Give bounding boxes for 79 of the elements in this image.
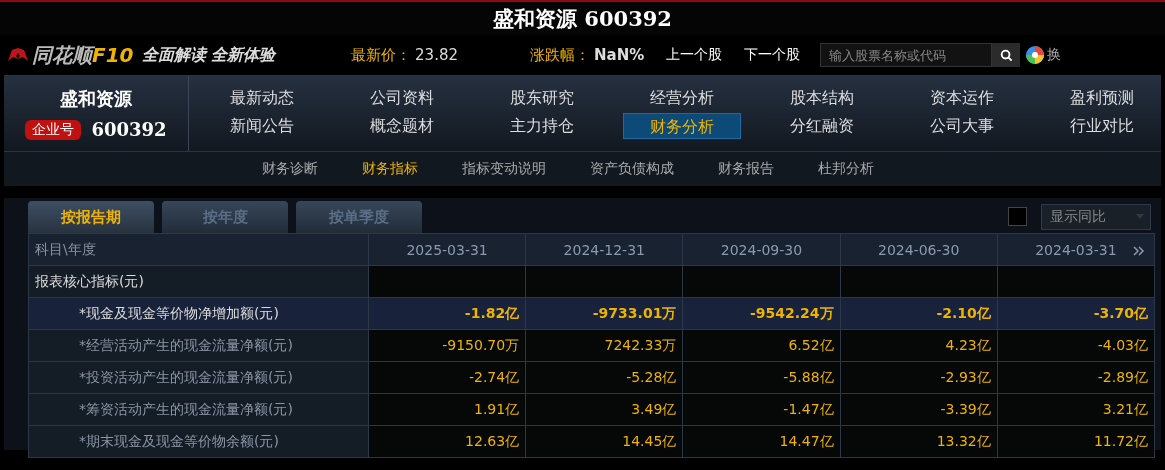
table-cell: 1.91亿 [368,393,526,426]
subnav-link[interactable]: 财务诊断 [262,160,318,178]
table-cell: 6.52亿 [682,329,841,362]
table-cell: 12.63亿 [368,425,526,458]
table-cell: 3.49亿 [525,393,683,426]
table-cell: -2.93亿 [840,361,998,394]
table-cell: 7242.33万 [525,329,683,362]
subnav-link[interactable]: 杜邦分析 [818,160,874,178]
nav-tab[interactable]: 盈利预测 [1043,85,1161,111]
company-name: 盛和资源 [60,87,132,111]
table-cell: -2.89亿 [997,361,1155,394]
table-cell: -4.03亿 [997,329,1155,362]
table-cell: 14.47亿 [682,425,841,458]
more-columns-icon[interactable] [1133,246,1145,256]
table-cell: -3.39亿 [840,393,998,426]
table-cell: -9733.01万 [525,297,683,330]
price-value: 23.82 [415,46,459,64]
nav-tab[interactable]: 资本运作 [903,85,1021,111]
table-cell: -2.10亿 [840,297,998,330]
column-header: 2024-12-31 [525,233,683,266]
change-label: 涨跌幅： [530,45,591,65]
nav-tab[interactable]: 概念题材 [343,113,461,139]
row-label[interactable]: *经营活动产生的现金流量净额(元) [28,329,369,362]
column-header: 2024-03-31 [997,233,1155,266]
nav-tab[interactable]: 公司资料 [343,85,461,111]
nav-tab[interactable]: 最新动态 [203,85,321,111]
nav-tab[interactable]: 股东研究 [483,85,601,111]
subnav-link[interactable]: 财务指标 [362,160,418,178]
skin-link[interactable]: 换 [1047,46,1062,64]
column-header: 2024-09-30 [682,233,841,266]
nav-tab[interactable]: 新闻公告 [203,113,321,139]
change-value: NaN% [594,46,645,64]
nav-tab[interactable]: 行业对比 [1043,113,1161,139]
period-tab[interactable]: 按报告期 [28,201,154,233]
table-cell: -2.74亿 [368,361,526,394]
table-cell: 3.21亿 [997,393,1155,426]
nav-tab[interactable]: 财务分析 [623,113,741,139]
compare-dropdown[interactable]: 显示同比 [1041,203,1151,230]
row-label[interactable]: *投资活动产生的现金流量净额(元) [28,361,369,394]
column-header: 2025-03-31 [368,233,526,266]
price-label: 最新价： [351,45,412,65]
table-cell: 11.72亿 [997,425,1155,458]
caret-icon [1136,214,1144,219]
table-cell: -9150.70万 [368,329,526,362]
nav-tab[interactable]: 经营分析 [623,85,741,111]
slogan: 全面解读 全新体验 [141,44,276,66]
table-cell: 4.23亿 [840,329,998,362]
nav-tab[interactable]: 公司大事 [903,113,1021,139]
column-header: 2024-06-30 [840,233,998,266]
previous-stock-link[interactable]: 上一个股 [666,46,723,64]
card-fan-icon [6,47,30,63]
enterprise-badge: 企业号 [25,119,82,140]
stock-code: 600392 [91,119,167,140]
table-cell: -1.82亿 [368,297,526,330]
nav-tab[interactable]: 分红融资 [763,113,881,139]
subnav-link[interactable]: 资产负债构成 [590,160,674,178]
table-cell: -5.28亿 [525,361,683,394]
row-label[interactable]: *期末现金及现金等价物余额(元) [28,425,369,458]
window-title: 盛和资源 600392 [493,4,672,33]
subnav-link[interactable]: 财务报告 [718,160,774,178]
compare-checkbox[interactable] [1008,207,1027,226]
table-cell: -3.70亿 [997,297,1155,330]
table-cell: -9542.24万 [682,297,841,330]
search-field[interactable]: 输入股票名称或代码 [820,43,993,67]
table-cell: -5.88亿 [682,361,841,394]
table-cell: -1.47亿 [682,393,841,426]
search-icon [999,48,1013,62]
color-wheel-icon[interactable] [1025,45,1046,65]
next-stock-link[interactable]: 下一个股 [744,46,801,64]
nav-tab[interactable]: 股本结构 [763,85,881,111]
row-label[interactable]: *筹资活动产生的现金流量净额(元) [28,393,369,426]
column-header: 科目\年度 [28,233,369,266]
section-label: 报表核心指标(元) [28,265,369,298]
table-cell: 13.32亿 [840,425,998,458]
search-button[interactable] [992,43,1021,67]
row-label[interactable]: *现金及现金等价物净增加额(元) [28,297,369,330]
nav-tab[interactable]: 主力持仓 [483,113,601,139]
table-cell: 14.45亿 [525,425,683,458]
subnav-link[interactable]: 指标变动说明 [462,160,546,178]
